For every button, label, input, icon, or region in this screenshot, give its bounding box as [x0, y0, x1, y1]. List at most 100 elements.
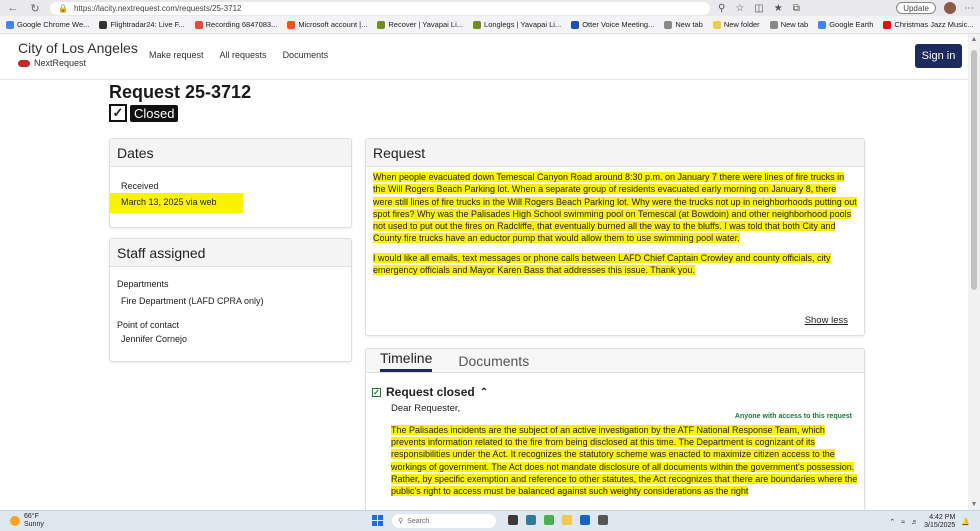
- sign-in-button[interactable]: Sign in: [915, 44, 962, 68]
- bookmark-icon: [818, 20, 827, 29]
- bookmarks-bar: Google Chrome We... Flightradar24: Live F…: [0, 16, 980, 34]
- taskbar-search[interactable]: ⚲ Search: [392, 514, 496, 528]
- tray-chevron-icon[interactable]: ⌃: [889, 518, 895, 526]
- bookmark-icon: [769, 20, 778, 29]
- volume-icon[interactable]: ♬: [911, 519, 918, 526]
- notification-bell-icon[interactable]: 🔔: [961, 518, 970, 526]
- wifi-icon[interactable]: ≈: [901, 519, 905, 526]
- brand-subtitle: NextRequest: [34, 58, 87, 68]
- timeline-card: Timeline Documents ✓ Request closed ⌃ An…: [365, 348, 865, 513]
- clock-time: 4:42 PM: [929, 514, 956, 521]
- bookmark-item[interactable]: Microsoft account |...: [287, 20, 367, 29]
- bookmark-label: New tab: [780, 20, 809, 29]
- check-icon: ✓: [109, 104, 127, 122]
- scrollbar-thumb[interactable]: [971, 50, 977, 290]
- address-bar[interactable]: 🔒 https://lacity.nextrequest.com/request…: [50, 1, 710, 15]
- staff-heading: Staff assigned: [110, 239, 351, 267]
- bookmark-item[interactable]: Recover | Yavapai Li...: [377, 20, 463, 29]
- scroll-up-icon[interactable]: ▲: [970, 36, 978, 43]
- tab-timeline[interactable]: Timeline: [380, 350, 433, 372]
- nextrequest-logo-icon: [18, 59, 30, 67]
- more-menu-icon[interactable]: ⋯: [964, 3, 974, 14]
- chrome-icon[interactable]: [544, 515, 554, 525]
- bookmark-label: Christmas Jazz Music...: [894, 20, 974, 29]
- bookmark-label: Recover | Yavapai Li...: [388, 20, 464, 29]
- bookmark-icon: [99, 20, 108, 29]
- taskbar-apps: [508, 515, 608, 525]
- bookmark-item[interactable]: New tab: [769, 20, 809, 29]
- departments-label: Departments: [117, 279, 169, 289]
- bookmark-label: New tab: [675, 20, 703, 29]
- file-explorer-icon[interactable]: [562, 515, 572, 525]
- update-button[interactable]: Update: [896, 2, 936, 14]
- nav-all-requests[interactable]: All requests: [220, 50, 267, 60]
- departments-value: Fire Department (LAFD CPRA only): [121, 296, 264, 306]
- check-icon: ✓: [372, 387, 381, 397]
- taskbar: 66°F Sunny ⚲ Search ⌃ ≈ ♬ 4:42 PM 3/15/2…: [0, 510, 980, 531]
- request-description: When people evacuated down Temescal Cany…: [373, 172, 857, 244]
- weather-temp: 66°F: [24, 513, 39, 520]
- show-less-link[interactable]: Show less: [805, 315, 848, 326]
- back-icon[interactable]: ←: [6, 1, 20, 15]
- search-placeholder: Search: [407, 517, 430, 525]
- brand[interactable]: City of Los Angeles NextRequest: [18, 40, 138, 68]
- clock-date: 3/15/2025: [924, 522, 956, 529]
- bookmark-item[interactable]: Flightradar24: Live F...: [99, 20, 185, 29]
- bookmark-item[interactable]: Recording 6847083...: [194, 20, 278, 29]
- page-scrollbar[interactable]: ▲ ▼: [968, 34, 980, 510]
- store-icon[interactable]: [580, 515, 590, 525]
- task-view-icon[interactable]: [508, 515, 518, 525]
- collections-icon[interactable]: ⧉: [793, 3, 800, 14]
- refresh-icon[interactable]: ↻: [28, 1, 42, 15]
- bookmark-icon: [6, 20, 14, 29]
- app-icon[interactable]: [598, 515, 608, 525]
- received-label: Received: [121, 181, 159, 191]
- bookmark-icon: [287, 20, 296, 29]
- zoom-icon[interactable]: ⚲: [718, 3, 725, 14]
- bookmark-icon: [473, 20, 482, 29]
- chevron-up-icon[interactable]: ⌃: [480, 387, 488, 398]
- bookmark-icon: [571, 20, 580, 29]
- nav-make-request[interactable]: Make request: [149, 50, 204, 60]
- bookmark-label: Longlegs | Yavapai Li...: [484, 20, 562, 29]
- request-card: Request When people evacuated down Temes…: [365, 138, 865, 336]
- bookmark-item[interactable]: Christmas Jazz Music...: [883, 20, 974, 29]
- search-icon: ⚲: [398, 518, 404, 525]
- status-badge: ✓ Closed: [109, 104, 179, 122]
- bookmark-item[interactable]: Google Earth: [818, 20, 873, 29]
- system-tray: ⌃ ≈ ♬ 4:42 PM 3/15/2025 🔔: [889, 514, 970, 530]
- weather-widget[interactable]: 66°F Sunny: [10, 513, 44, 529]
- brand-title: City of Los Angeles: [18, 40, 138, 56]
- clock[interactable]: 4:42 PM 3/15/2025: [924, 514, 955, 530]
- visibility-label: Anyone with access to this request: [734, 413, 852, 420]
- bookmark-label: Recording 6847083...: [205, 20, 278, 29]
- windows-start-icon[interactable]: [372, 515, 383, 526]
- favorite-star-icon[interactable]: ☆: [735, 3, 744, 14]
- dates-card: Dates Received March 13, 2025 via web: [109, 138, 352, 228]
- browser-toolbar: ← ↻ 🔒 https://lacity.nextrequest.com/req…: [0, 0, 980, 16]
- bookmark-label: Otter Voice Meeting...: [582, 20, 655, 29]
- timeline-tabs: Timeline Documents: [366, 349, 864, 373]
- received-value: March 13, 2025 via web: [110, 193, 243, 213]
- bookmark-item[interactable]: Google Chrome We...: [6, 20, 89, 29]
- app-header: City of Los Angeles NextRequest Make req…: [0, 34, 968, 80]
- lock-icon: 🔒: [58, 3, 68, 13]
- timeline-item: ✓ Request closed ⌃ Anyone with access to…: [366, 373, 864, 497]
- bookmark-icon: [712, 20, 721, 29]
- nav-documents[interactable]: Documents: [283, 50, 329, 60]
- nextrequest-logo: NextRequest: [18, 58, 138, 68]
- weather-condition: Sunny: [24, 521, 44, 528]
- edge-icon[interactable]: [526, 515, 536, 525]
- bookmark-label: Microsoft account |...: [298, 20, 368, 29]
- bookmark-item[interactable]: New tab: [664, 20, 703, 29]
- bookmark-item[interactable]: Longlegs | Yavapai Li...: [473, 20, 561, 29]
- profile-avatar[interactable]: [944, 2, 956, 14]
- scroll-down-icon[interactable]: ▼: [970, 501, 978, 508]
- bookmark-item[interactable]: New folder: [712, 20, 760, 29]
- bookmark-label: Google Earth: [829, 20, 874, 29]
- favorites-icon[interactable]: ★: [774, 3, 783, 14]
- tab-documents[interactable]: Documents: [458, 353, 529, 372]
- bookmark-icon: [664, 20, 673, 29]
- split-screen-icon[interactable]: ◫: [754, 3, 763, 14]
- bookmark-item[interactable]: Otter Voice Meeting...: [571, 20, 654, 29]
